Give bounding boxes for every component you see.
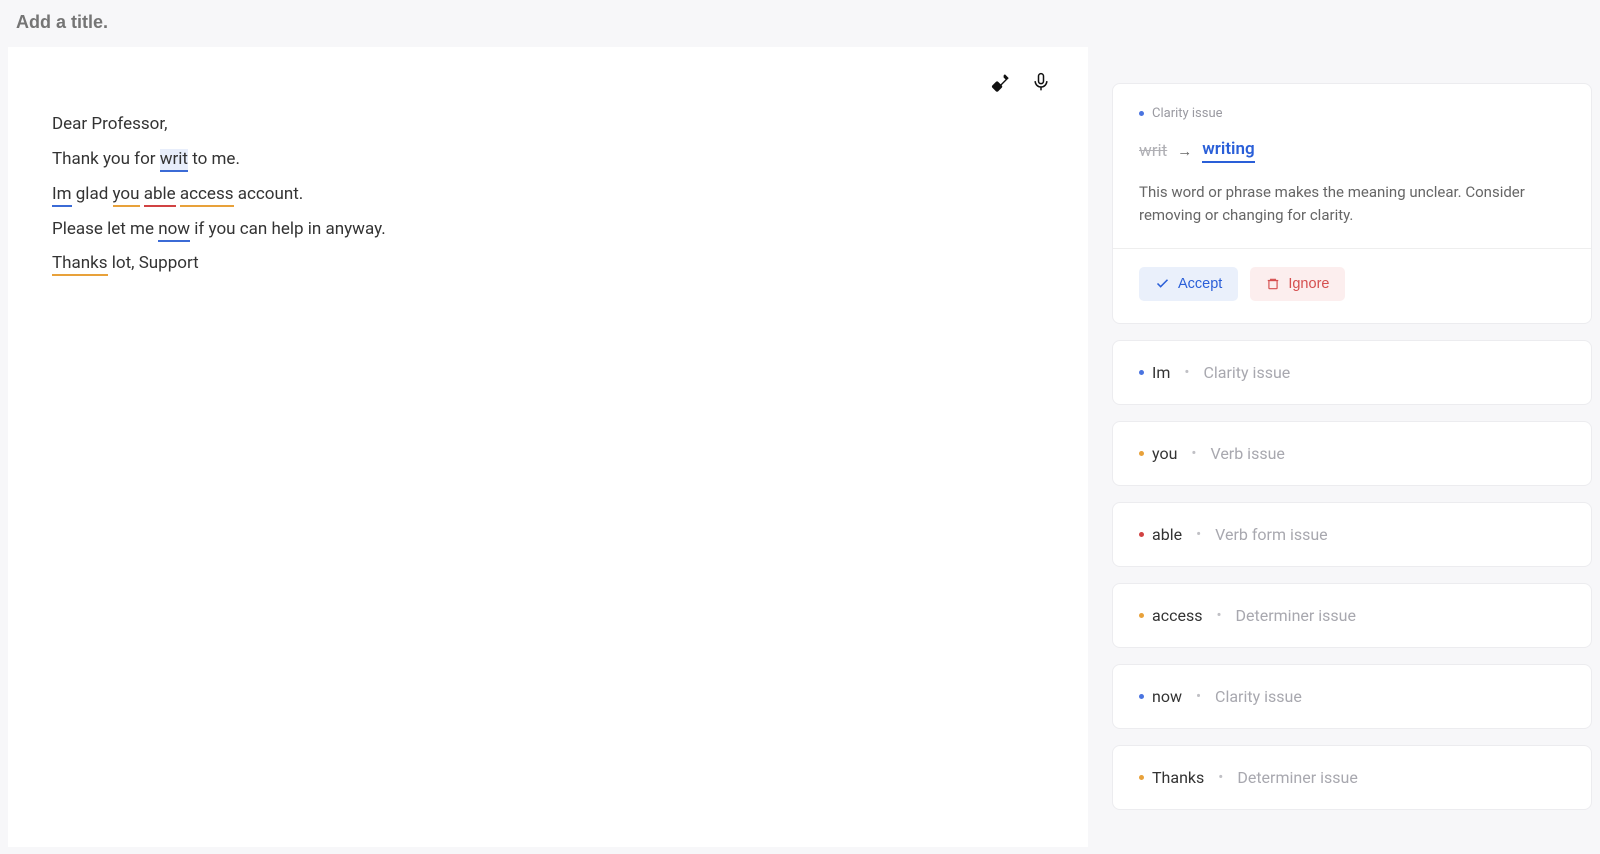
issue-type-text: Determiner issue: [1236, 606, 1356, 625]
editor-line: Please let me now if you can help in any…: [52, 212, 1044, 247]
card-actions: Accept Ignore: [1139, 267, 1565, 301]
explanation-text: This word or phrase makes the meaning un…: [1139, 181, 1565, 228]
separator-dot: •: [1191, 444, 1196, 462]
text: glad: [72, 184, 113, 204]
divider: [1113, 248, 1591, 249]
text: Dear Professor,: [52, 114, 167, 134]
issue-type-text: Verb form issue: [1215, 525, 1328, 544]
issue-word: able: [1152, 525, 1182, 544]
text: to me.: [188, 149, 240, 169]
text: account.: [234, 184, 304, 204]
issue-word: access: [1152, 606, 1202, 625]
microphone-icon[interactable]: [1030, 71, 1052, 93]
flagged-word-now[interactable]: now: [158, 219, 190, 242]
text: if you can help in anyway.: [190, 219, 386, 239]
suggestion-card-collapsed[interactable]: able • Verb form issue: [1112, 502, 1592, 567]
issue-type-text: Clarity issue: [1215, 687, 1302, 706]
trash-icon: [1266, 277, 1280, 291]
accept-button[interactable]: Accept: [1139, 267, 1238, 301]
issue-word: now: [1152, 687, 1182, 706]
title-input[interactable]: [16, 12, 1584, 33]
issue-word: Im: [1152, 363, 1170, 382]
correction-line: writ → writing: [1139, 139, 1565, 163]
separator-dot: •: [1196, 525, 1201, 543]
flagged-word-you[interactable]: you: [113, 184, 140, 207]
text: lot, Support: [108, 253, 199, 273]
original-word: writ: [1139, 141, 1167, 161]
dot-icon: [1139, 451, 1144, 456]
suggestion-card-collapsed[interactable]: access • Determiner issue: [1112, 583, 1592, 648]
flagged-word-writ[interactable]: writ: [160, 149, 188, 172]
collapsed-list: Im • Clarity issue you • Verb issue able • Ver…: [1112, 340, 1592, 810]
editor-pane: Dear Professor, Thank you for writ to me…: [8, 47, 1088, 847]
issue-type-text: Determiner issue: [1237, 768, 1357, 787]
flagged-word-access[interactable]: access: [180, 184, 234, 207]
check-icon: [1155, 276, 1170, 291]
flagged-word-im[interactable]: Im: [52, 184, 72, 207]
dot-icon: [1139, 532, 1144, 537]
suggestion-card-collapsed[interactable]: Thanks • Determiner issue: [1112, 745, 1592, 810]
accept-label: Accept: [1178, 276, 1222, 292]
separator-dot: •: [1184, 363, 1189, 381]
suggestions-pane: Clarity issue writ → writing This word o…: [1112, 47, 1592, 847]
editor-line: Thanks lot, Support: [52, 246, 1044, 281]
editor-content[interactable]: Dear Professor, Thank you for writ to me…: [52, 107, 1044, 281]
issue-type-text: Verb issue: [1210, 444, 1284, 463]
issue-word: you: [1152, 444, 1177, 463]
issue-label: Clarity issue: [1139, 106, 1565, 121]
issue-word: Thanks: [1152, 768, 1204, 787]
editor-line: Dear Professor,: [52, 107, 1044, 142]
issue-type-text: Clarity issue: [1152, 106, 1223, 121]
dot-icon: [1139, 111, 1144, 116]
ignore-label: Ignore: [1288, 276, 1329, 292]
replacement-word[interactable]: writing: [1202, 139, 1254, 163]
eraser-icon[interactable]: [990, 71, 1012, 93]
separator-dot: •: [1218, 768, 1223, 786]
suggestion-card-collapsed[interactable]: now • Clarity issue: [1112, 664, 1592, 729]
title-bar: [0, 0, 1600, 47]
separator-dot: •: [1196, 687, 1201, 705]
separator-dot: •: [1216, 606, 1221, 624]
editor-line: Im glad you able access account.: [52, 177, 1044, 212]
suggestion-card-expanded: Clarity issue writ → writing This word o…: [1112, 83, 1592, 324]
editor-toolbar: [990, 71, 1052, 93]
text: Thank you for: [52, 149, 160, 169]
dot-icon: [1139, 775, 1144, 780]
arrow-icon: →: [1177, 142, 1192, 160]
dot-icon: [1139, 694, 1144, 699]
dot-icon: [1139, 370, 1144, 375]
ignore-button[interactable]: Ignore: [1250, 267, 1345, 301]
dot-icon: [1139, 613, 1144, 618]
flagged-word-able[interactable]: able: [144, 184, 176, 207]
suggestion-card-collapsed[interactable]: Im • Clarity issue: [1112, 340, 1592, 405]
main-container: Dear Professor, Thank you for writ to me…: [0, 47, 1600, 847]
suggestion-card-collapsed[interactable]: you • Verb issue: [1112, 421, 1592, 486]
editor-line: Thank you for writ to me.: [52, 142, 1044, 177]
issue-type-text: Clarity issue: [1203, 363, 1290, 382]
flagged-word-thanks[interactable]: Thanks: [52, 253, 108, 276]
text: Please let me: [52, 219, 158, 239]
